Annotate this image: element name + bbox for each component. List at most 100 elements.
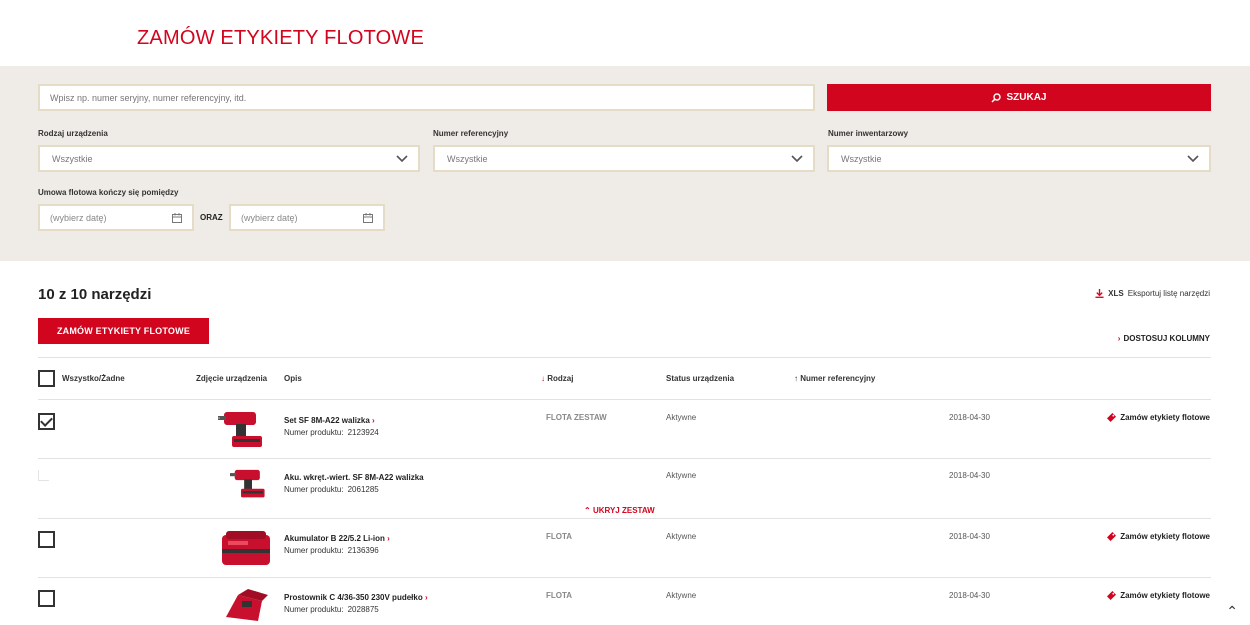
battery-icon [222,531,270,565]
customize-columns-link[interactable]: › DOSTOSUJ KOLUMNY [1118,334,1210,343]
chevron-down-icon [396,154,408,162]
divider [38,518,1211,519]
header-type[interactable]: ↓ Rodzaj [541,374,573,383]
drill-icon [218,412,262,447]
header-reference[interactable]: ↑ Numer referencyjny [794,374,875,383]
customize-columns-label: DOSTOSUJ KOLUMNY [1123,334,1210,343]
reference-select-value: Wszystkie [447,153,488,164]
sort-up-icon: ↑ [794,374,798,383]
product-number: Numer produktu: 2061285 [284,485,379,494]
row-status: Aktywne [666,591,697,600]
row-type: FLOTA ZESTAW [546,413,607,422]
product-number: Numer produktu: 2028875 [284,605,379,614]
row-type: FLOTA [546,532,573,541]
export-link[interactable]: XLS Eksportuj listę narzędzi [1095,289,1210,298]
product-number: Numer produktu: 2123924 [284,428,379,437]
product-name[interactable]: Prostownik C 4/36-350 230V pudełko › [284,593,428,602]
divider [38,577,1211,578]
device-type-select[interactable]: Wszystkie [38,145,420,172]
order-fleet-labels-button[interactable]: ZAMÓW ETYKIETY FLOTOWE [38,318,209,344]
row-checkbox[interactable] [38,531,55,548]
row-checkbox[interactable] [38,413,55,430]
contract-end-label: Umowa flotowa kończy się pomiędzy [38,188,179,197]
row-date: 2018-04-30 [949,532,990,541]
row-date: 2018-04-30 [949,471,990,480]
product-number-value: 2028875 [347,605,379,614]
product-number-label: Numer produktu: [284,485,344,494]
row-checkbox-disabled [38,470,49,481]
product-name[interactable]: Set SF 8M-A22 walizka › [284,416,375,425]
date-to-input[interactable]: (wybierz datę) [229,204,385,231]
product-name-label: Prostownik C 4/36-350 230V pudełko [284,593,423,602]
scroll-to-top-icon[interactable]: ⌃ [1226,603,1238,620]
product-number-label: Numer produktu: [284,605,344,614]
filter-label-device-type: Rodzaj urządzenia [38,129,108,138]
date-from-input[interactable]: (wybierz datę) [38,204,194,231]
date-and-label: ORAZ [200,213,223,222]
product-number-value: 2136396 [347,546,379,555]
drill-icon [230,469,265,498]
order-label-text: Zamów etykiety flotowe [1120,532,1210,541]
product-number-value: 2061285 [347,485,379,494]
date-to-placeholder: (wybierz datę) [241,212,298,223]
product-number-value: 2123924 [347,428,379,437]
tag-icon [1107,413,1117,422]
row-type: FLOTA [546,591,573,600]
order-label-link[interactable]: Zamów etykiety flotowe [1107,532,1210,541]
calendar-icon [363,212,373,223]
divider [38,399,1211,400]
row-date: 2018-04-30 [949,591,990,600]
select-all-checkbox[interactable] [38,370,55,387]
header-description: Opis [284,374,302,383]
row-status: Aktywne [666,532,697,541]
search-icon [991,92,1002,103]
order-label-link[interactable]: Zamów etykiety flotowe [1107,413,1210,422]
tag-icon [1107,591,1117,600]
header-reference-label: Numer referencyjny [800,374,876,383]
chevron-right-icon: › [1117,334,1121,343]
chevron-right-icon: › [372,416,375,425]
search-button-label: SZUKAJ [1006,92,1047,103]
device-type-select-value: Wszystkie [52,153,93,164]
order-label-text: Zamów etykiety flotowe [1120,591,1210,600]
row-status: Aktywne [666,471,697,480]
row-status: Aktywne [666,413,697,422]
chevron-up-icon: ⌃ [584,506,591,515]
divider [38,357,1211,358]
search-input[interactable] [38,84,815,111]
product-name-label: Set SF 8M-A22 walizka [284,416,370,425]
export-xls-label: XLS [1108,289,1124,298]
product-number-label: Numer produktu: [284,428,344,437]
tag-icon [1107,532,1117,541]
order-label-link[interactable]: Zamów etykiety flotowe [1107,591,1210,600]
page-title: ZAMÓW ETYKIETY FLOTOWE [137,27,425,49]
chevron-down-icon [1187,154,1199,162]
sort-down-icon: ↓ [541,374,545,383]
filter-label-inventory: Numer inwentarzowy [828,129,909,138]
reference-select[interactable]: Wszystkie [433,145,815,172]
search-button[interactable]: SZUKAJ [827,84,1211,111]
charger-icon [226,589,268,621]
hide-set-label: UKRYJ ZESTAW [592,506,655,515]
date-from-placeholder: (wybierz datę) [50,212,107,223]
chevron-down-icon [791,154,803,162]
export-label: Eksportuj listę narzędzi [1127,289,1210,298]
chevron-right-icon: › [424,593,428,602]
inventory-select[interactable]: Wszystkie [827,145,1211,172]
row-checkbox[interactable] [38,590,55,607]
select-all-label: Wszystko/Żadne [62,374,125,383]
order-label-text: Zamów etykiety flotowe [1120,413,1210,422]
header-status: Status urządzenia [666,374,735,383]
product-name[interactable]: Akumulator B 22/5.2 Li-ion › [284,534,390,543]
chevron-right-icon: › [387,534,390,543]
header-photo: Zdjęcie urządzenia [196,374,268,383]
product-number: Numer produktu: 2136396 [284,546,379,555]
product-number-label: Numer produktu: [284,546,344,555]
product-name: Aku. wkręt.-wiert. SF 8M-A22 walizka [284,473,424,482]
hide-set-toggle[interactable]: ⌃ UKRYJ ZESTAW [584,506,655,515]
filter-label-reference: Numer referencyjny [433,129,509,138]
divider [38,458,1211,459]
row-date: 2018-04-30 [949,413,990,422]
download-icon [1095,289,1104,298]
product-name-label: Akumulator B 22/5.2 Li-ion [284,534,385,543]
